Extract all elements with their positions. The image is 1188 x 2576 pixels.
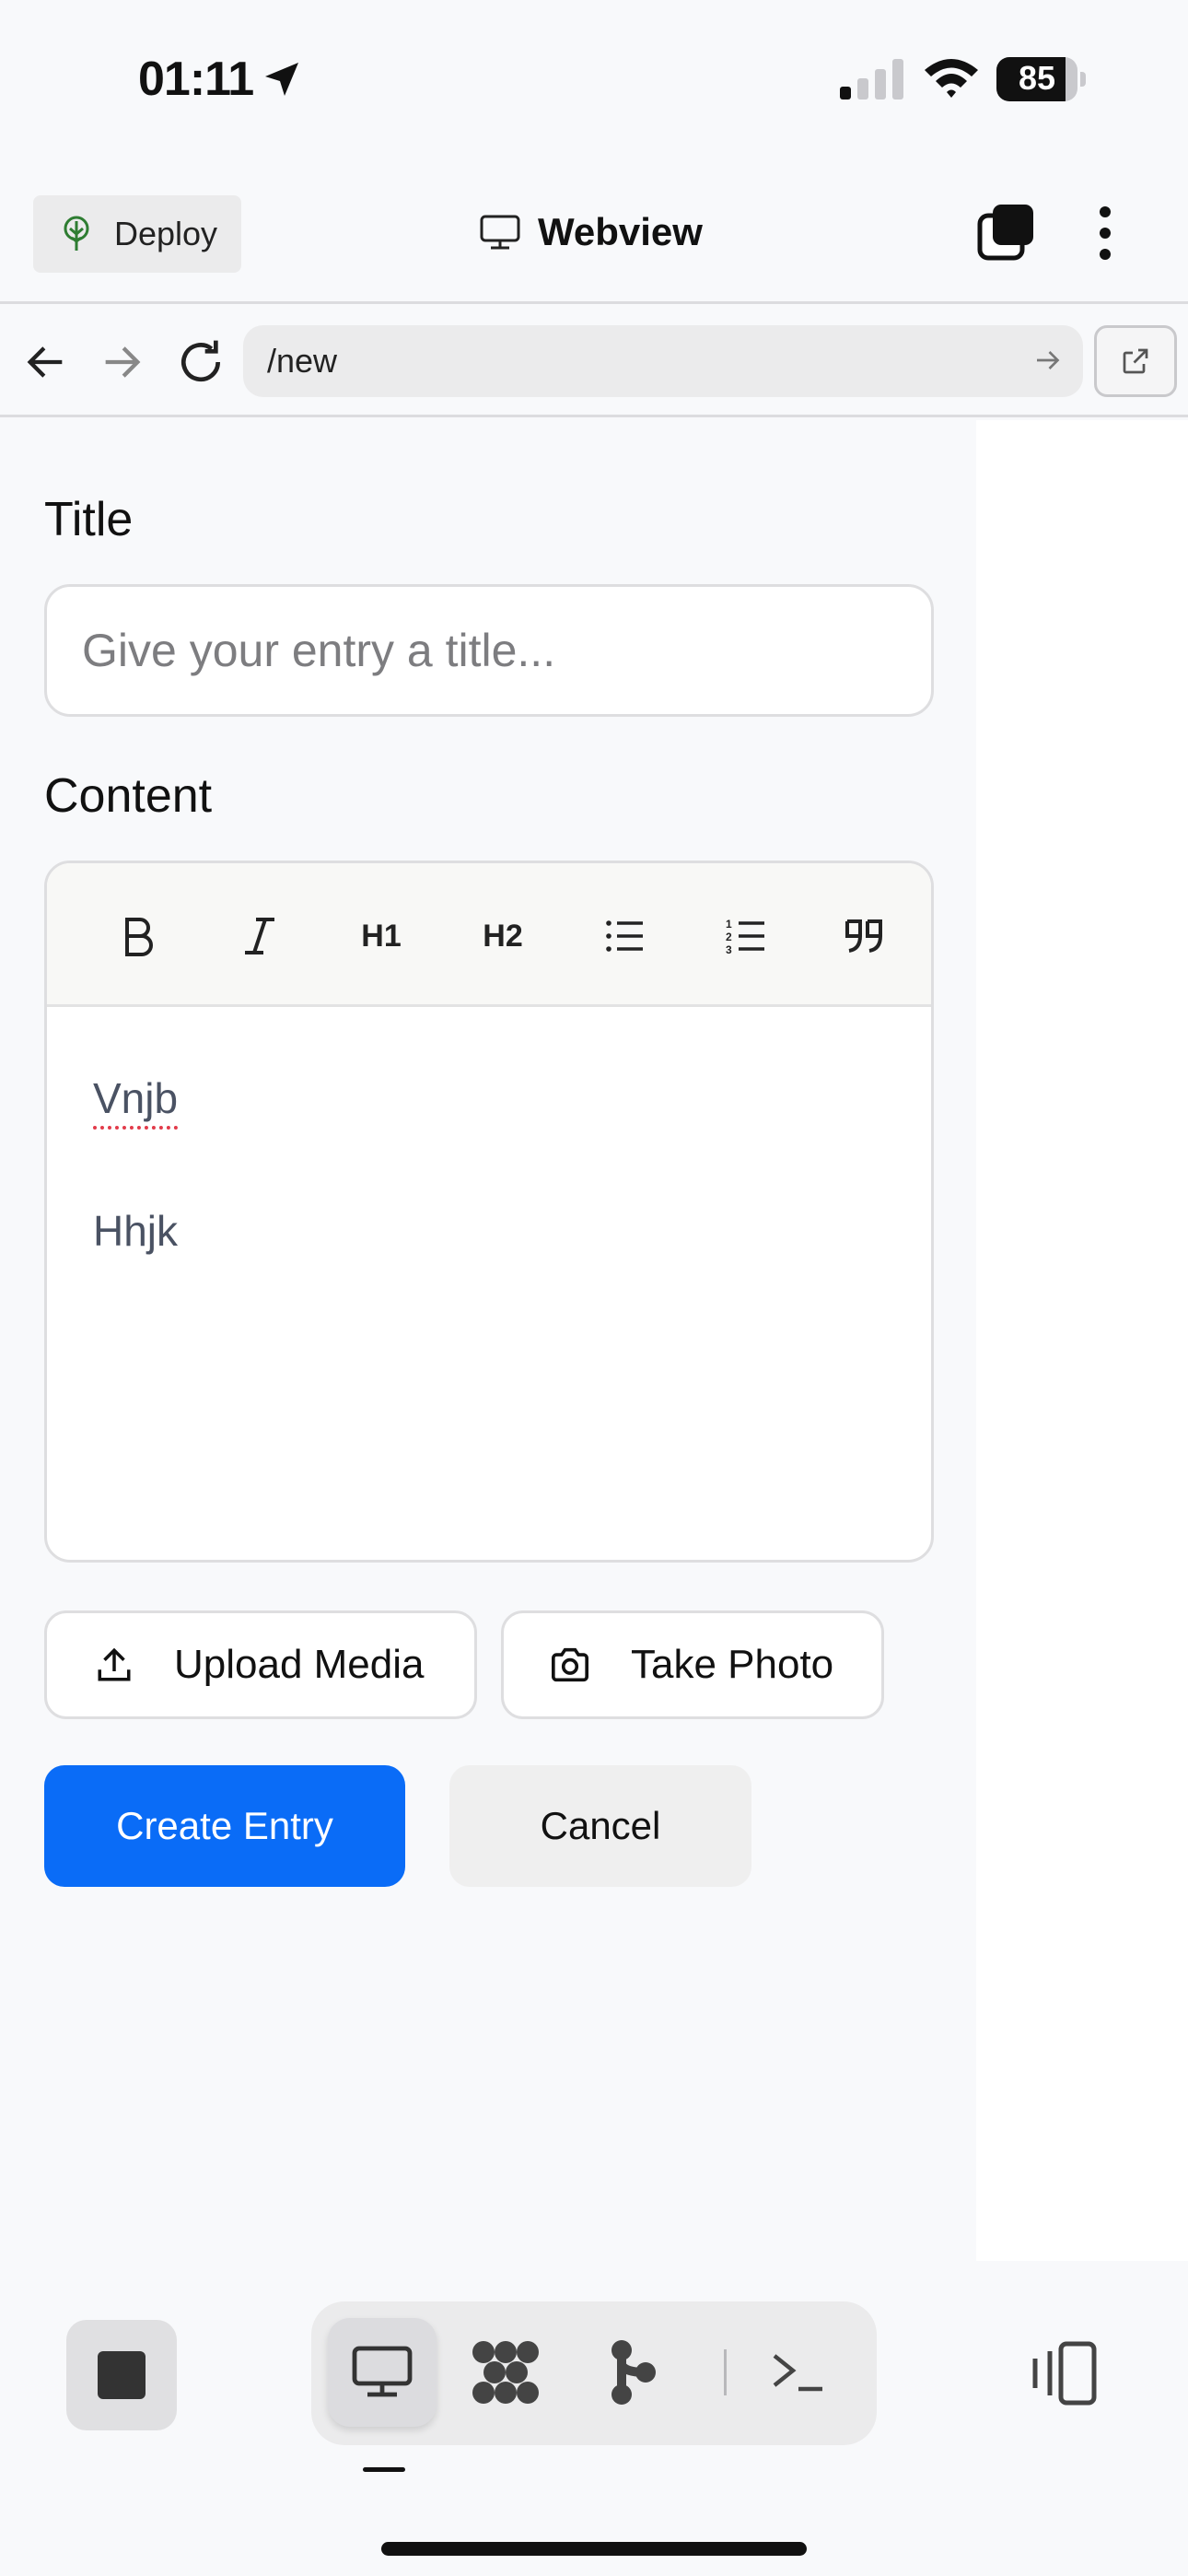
mode-desktop-button[interactable] (328, 2318, 437, 2427)
mode-branch-button[interactable] (578, 2318, 687, 2427)
location-arrow-icon (265, 63, 298, 96)
quote-button[interactable] (832, 904, 896, 968)
battery-level: 85 (1018, 59, 1056, 97)
cancel-button[interactable]: Cancel (449, 1765, 751, 1887)
bottom-toolbar (0, 2261, 1188, 2576)
heading-1-button[interactable]: H1 (349, 904, 413, 968)
battery-indicator: 85 (996, 57, 1086, 101)
deploy-label: Deploy (114, 215, 218, 252)
heading-1-icon: H1 (361, 918, 402, 954)
mode-divider (724, 2349, 727, 2395)
home-indicator (381, 2542, 807, 2556)
mode-grid-button[interactable] (451, 2318, 560, 2427)
numbered-list-icon: 1 2 3 (726, 918, 764, 954)
take-photo-button[interactable]: Take Photo (501, 1610, 884, 1719)
editor-body[interactable]: Vnjb Hhjk (93, 1073, 178, 1339)
create-entry-button[interactable]: Create Entry (44, 1765, 405, 1887)
webview-label: Webview (538, 210, 703, 253)
status-bar: 01:11 85 (0, 0, 1188, 166)
take-photo-label: Take Photo (631, 1642, 834, 1687)
upload-icon (98, 1647, 131, 1681)
desktop-icon (352, 2346, 413, 2397)
stop-button[interactable] (66, 2320, 177, 2430)
tree-icon (64, 216, 89, 251)
webview-title: Webview (479, 199, 703, 265)
webview-margin (976, 420, 1188, 2261)
numbered-list-button[interactable]: 1 2 3 (714, 904, 778, 968)
upload-media-label: Upload Media (174, 1642, 425, 1687)
bullet-list-button[interactable] (592, 904, 657, 968)
branch-icon (611, 2340, 656, 2405)
tabs-icon[interactable] (976, 203, 1037, 263)
stop-icon (98, 2351, 146, 2399)
upload-media-button[interactable]: Upload Media (44, 1610, 477, 1719)
content-label: Content (44, 769, 213, 823)
webview-content: Title Content H1 H2 (0, 420, 976, 2261)
italic-button[interactable] (227, 904, 292, 968)
wifi-icon (925, 59, 978, 98)
panel-icon[interactable] (1028, 2336, 1101, 2410)
svg-text:2: 2 (726, 931, 732, 943)
active-mode-indicator (363, 2467, 405, 2472)
external-link-icon (1123, 348, 1148, 374)
quote-icon (845, 919, 882, 953)
content-editor[interactable]: H1 H2 1 2 3 Vnjb Hhjk (44, 861, 934, 1563)
bold-icon (125, 918, 153, 956)
mode-terminal-button[interactable] (744, 2318, 853, 2427)
back-arrow-icon[interactable] (22, 338, 70, 386)
bold-button[interactable] (106, 904, 170, 968)
status-time: 01:11 (138, 53, 254, 106)
heading-2-button[interactable]: H2 (471, 904, 535, 968)
bullet-list-icon (606, 920, 643, 952)
monitor-icon (480, 215, 520, 250)
url-text: /new (267, 342, 338, 380)
deploy-button[interactable]: Deploy (33, 195, 241, 273)
url-input[interactable]: /new (243, 325, 1083, 397)
title-label: Title (44, 493, 134, 546)
svg-text:1: 1 (726, 918, 732, 931)
url-bar: /new (0, 307, 1188, 417)
open-external-button[interactable] (1094, 325, 1177, 397)
content-paragraph: Vnjb (93, 1074, 179, 1122)
svg-text:3: 3 (726, 943, 732, 954)
reload-icon[interactable] (175, 334, 227, 390)
title-input[interactable] (44, 584, 934, 717)
editor-toolbar: H1 H2 1 2 3 (47, 863, 931, 1007)
content-paragraph: Hhjk (93, 1207, 179, 1255)
heading-2-icon: H2 (483, 918, 523, 954)
camera-icon (552, 1647, 588, 1682)
view-mode-switcher (311, 2301, 877, 2445)
go-arrow-icon[interactable] (1031, 344, 1065, 377)
forward-arrow-icon[interactable] (98, 338, 146, 386)
italic-icon (245, 918, 274, 954)
grid-icon (472, 2341, 539, 2404)
app-header: Deploy Webview (0, 175, 1188, 304)
cellular-signal-icon (840, 59, 903, 100)
terminal-icon (773, 2354, 822, 2392)
more-options-icon[interactable] (1087, 203, 1124, 263)
